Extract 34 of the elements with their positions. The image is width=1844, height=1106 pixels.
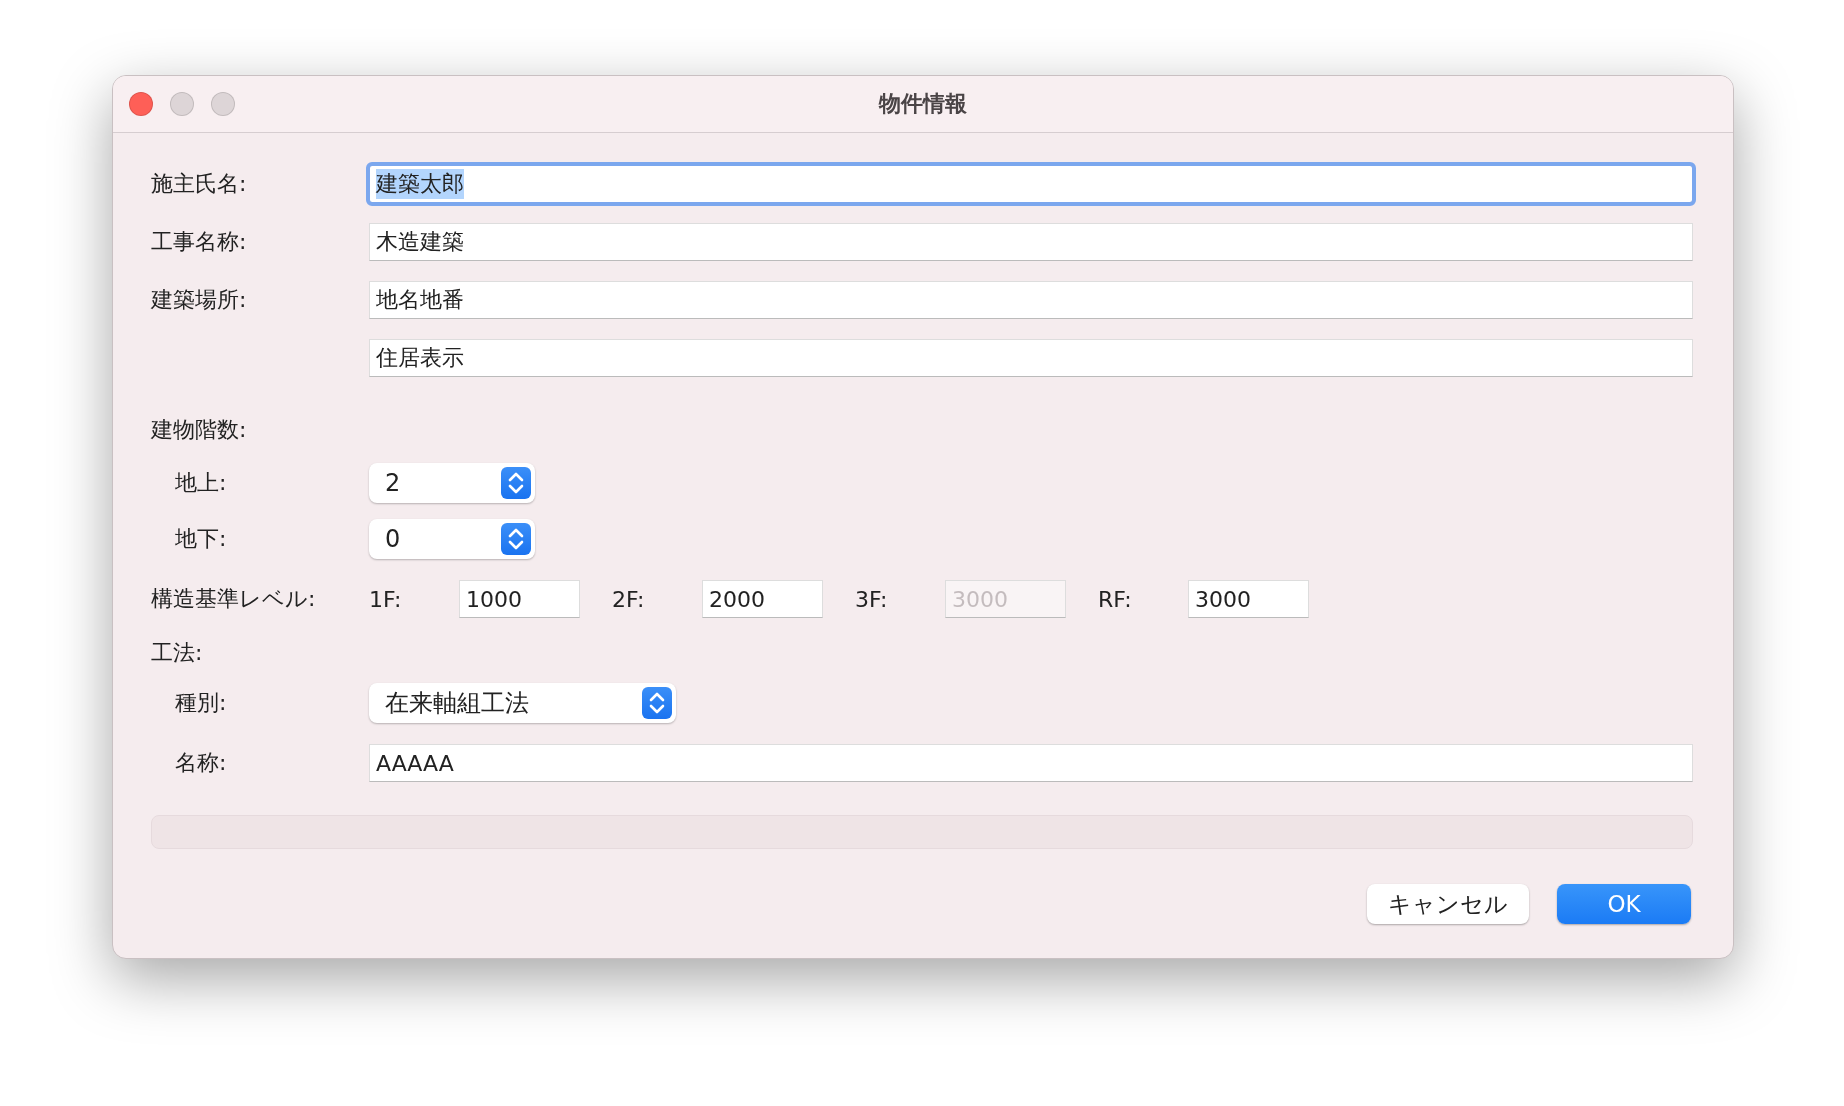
field-label: 地下: xyxy=(174,525,228,553)
minimize-button[interactable] xyxy=(170,92,194,116)
input-field[interactable]: 建築太郎 xyxy=(369,165,1693,203)
floor-label: 2F: xyxy=(612,586,646,612)
input-field[interactable]: AAAAA xyxy=(369,744,1693,782)
section-label: 建物階数: xyxy=(151,416,248,444)
floor-label: 1F: xyxy=(369,586,403,612)
stepper-field[interactable]: 0 xyxy=(369,519,535,559)
input-field[interactable]: 木造建築 xyxy=(369,223,1693,261)
level-field[interactable]: 3000 xyxy=(1188,580,1309,618)
stepper-field[interactable]: 2 xyxy=(369,463,535,503)
chevron-icon xyxy=(501,523,531,555)
close-button[interactable] xyxy=(129,92,153,116)
level-field[interactable]: 2000 xyxy=(702,580,823,618)
ok-button[interactable]: OK xyxy=(1557,884,1691,924)
field-label: 建築場所: xyxy=(151,287,247,312)
section-label: 工法: xyxy=(151,639,204,667)
field-label: 名称: xyxy=(174,749,228,777)
chevron-icon xyxy=(642,687,672,719)
field-label: 構造基準レベル: xyxy=(151,585,317,613)
input-field[interactable]: 地名地番 xyxy=(369,281,1693,319)
floor-label: 3F: xyxy=(855,586,889,612)
zoom-button[interactable] xyxy=(211,92,235,116)
popup-button[interactable]: 在来軸組工法 xyxy=(369,683,676,723)
chevron-icon xyxy=(501,467,531,499)
cancel-button[interactable]: キャンセル xyxy=(1367,884,1529,924)
field-label: 工事名称: xyxy=(151,229,247,254)
floor-label: RF: xyxy=(1098,586,1133,612)
window-title: 物件情報 xyxy=(877,90,968,118)
field-label: 施主氏名: xyxy=(151,171,247,196)
field-label: 種別: xyxy=(174,689,228,717)
input-field[interactable]: 住居表示 xyxy=(369,339,1693,377)
field-label: 地上: xyxy=(174,469,228,497)
level-field[interactable]: 1000 xyxy=(459,580,580,618)
